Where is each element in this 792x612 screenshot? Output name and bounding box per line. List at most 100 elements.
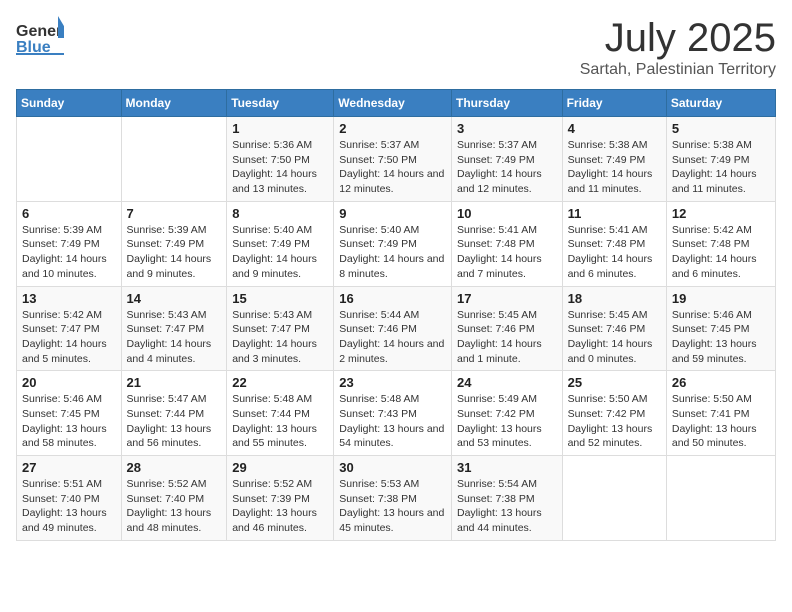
day-number: 26	[672, 375, 770, 390]
day-info: Sunrise: 5:46 AMSunset: 7:45 PMDaylight:…	[22, 392, 116, 451]
calendar-cell: 19 Sunrise: 5:46 AMSunset: 7:45 PMDaylig…	[666, 286, 775, 371]
day-info: Sunrise: 5:49 AMSunset: 7:42 PMDaylight:…	[457, 392, 557, 451]
day-info: Sunrise: 5:54 AMSunset: 7:38 PMDaylight:…	[457, 477, 557, 536]
day-number: 6	[22, 206, 116, 221]
calendar-cell: 12 Sunrise: 5:42 AMSunset: 7:48 PMDaylig…	[666, 201, 775, 286]
day-number: 31	[457, 460, 557, 475]
day-number: 9	[339, 206, 446, 221]
day-number: 7	[127, 206, 222, 221]
day-number: 2	[339, 121, 446, 136]
calendar-cell: 28 Sunrise: 5:52 AMSunset: 7:40 PMDaylig…	[121, 456, 227, 541]
calendar-cell	[121, 117, 227, 202]
logo: General Blue	[16, 16, 64, 56]
day-number: 29	[232, 460, 328, 475]
header-monday: Monday	[121, 90, 227, 117]
day-info: Sunrise: 5:39 AMSunset: 7:49 PMDaylight:…	[22, 223, 116, 282]
calendar-cell: 18 Sunrise: 5:45 AMSunset: 7:46 PMDaylig…	[562, 286, 666, 371]
day-number: 18	[568, 291, 661, 306]
day-info: Sunrise: 5:36 AMSunset: 7:50 PMDaylight:…	[232, 138, 328, 197]
month-title: July 2025	[580, 16, 776, 61]
day-info: Sunrise: 5:47 AMSunset: 7:44 PMDaylight:…	[127, 392, 222, 451]
day-number: 5	[672, 121, 770, 136]
day-info: Sunrise: 5:50 AMSunset: 7:41 PMDaylight:…	[672, 392, 770, 451]
calendar-cell	[17, 117, 122, 202]
calendar-cell: 14 Sunrise: 5:43 AMSunset: 7:47 PMDaylig…	[121, 286, 227, 371]
location-subtitle: Sartah, Palestinian Territory	[580, 61, 776, 79]
calendar-cell: 20 Sunrise: 5:46 AMSunset: 7:45 PMDaylig…	[17, 371, 122, 456]
calendar-cell: 1 Sunrise: 5:36 AMSunset: 7:50 PMDayligh…	[227, 117, 334, 202]
day-number: 4	[568, 121, 661, 136]
day-info: Sunrise: 5:46 AMSunset: 7:45 PMDaylight:…	[672, 308, 770, 367]
calendar-cell: 30 Sunrise: 5:53 AMSunset: 7:38 PMDaylig…	[334, 456, 452, 541]
day-number: 14	[127, 291, 222, 306]
day-info: Sunrise: 5:39 AMSunset: 7:49 PMDaylight:…	[127, 223, 222, 282]
header-friday: Friday	[562, 90, 666, 117]
day-number: 12	[672, 206, 770, 221]
day-info: Sunrise: 5:44 AMSunset: 7:46 PMDaylight:…	[339, 308, 446, 367]
calendar-cell: 13 Sunrise: 5:42 AMSunset: 7:47 PMDaylig…	[17, 286, 122, 371]
header-tuesday: Tuesday	[227, 90, 334, 117]
day-info: Sunrise: 5:38 AMSunset: 7:49 PMDaylight:…	[672, 138, 770, 197]
day-number: 21	[127, 375, 222, 390]
day-info: Sunrise: 5:43 AMSunset: 7:47 PMDaylight:…	[127, 308, 222, 367]
calendar-table: Sunday Monday Tuesday Wednesday Thursday…	[16, 89, 776, 541]
calendar-cell: 9 Sunrise: 5:40 AMSunset: 7:49 PMDayligh…	[334, 201, 452, 286]
calendar-cell: 10 Sunrise: 5:41 AMSunset: 7:48 PMDaylig…	[451, 201, 562, 286]
calendar-cell: 23 Sunrise: 5:48 AMSunset: 7:43 PMDaylig…	[334, 371, 452, 456]
calendar-cell: 26 Sunrise: 5:50 AMSunset: 7:41 PMDaylig…	[666, 371, 775, 456]
calendar-cell: 7 Sunrise: 5:39 AMSunset: 7:49 PMDayligh…	[121, 201, 227, 286]
day-info: Sunrise: 5:40 AMSunset: 7:49 PMDaylight:…	[339, 223, 446, 282]
svg-text:General: General	[16, 23, 64, 40]
day-number: 19	[672, 291, 770, 306]
calendar-cell: 31 Sunrise: 5:54 AMSunset: 7:38 PMDaylig…	[451, 456, 562, 541]
calendar-cell: 15 Sunrise: 5:43 AMSunset: 7:47 PMDaylig…	[227, 286, 334, 371]
calendar-cell: 11 Sunrise: 5:41 AMSunset: 7:48 PMDaylig…	[562, 201, 666, 286]
header-thursday: Thursday	[451, 90, 562, 117]
day-number: 15	[232, 291, 328, 306]
day-info: Sunrise: 5:52 AMSunset: 7:40 PMDaylight:…	[127, 477, 222, 536]
day-info: Sunrise: 5:37 AMSunset: 7:49 PMDaylight:…	[457, 138, 557, 197]
calendar-cell: 21 Sunrise: 5:47 AMSunset: 7:44 PMDaylig…	[121, 371, 227, 456]
calendar-header-row: Sunday Monday Tuesday Wednesday Thursday…	[17, 90, 776, 117]
day-number: 16	[339, 291, 446, 306]
day-info: Sunrise: 5:37 AMSunset: 7:50 PMDaylight:…	[339, 138, 446, 197]
calendar-week-row: 13 Sunrise: 5:42 AMSunset: 7:47 PMDaylig…	[17, 286, 776, 371]
title-block: July 2025 Sartah, Palestinian Territory	[580, 16, 776, 79]
day-info: Sunrise: 5:41 AMSunset: 7:48 PMDaylight:…	[457, 223, 557, 282]
day-info: Sunrise: 5:52 AMSunset: 7:39 PMDaylight:…	[232, 477, 328, 536]
calendar-cell: 27 Sunrise: 5:51 AMSunset: 7:40 PMDaylig…	[17, 456, 122, 541]
calendar-cell	[666, 456, 775, 541]
day-info: Sunrise: 5:38 AMSunset: 7:49 PMDaylight:…	[568, 138, 661, 197]
day-number: 17	[457, 291, 557, 306]
header-wednesday: Wednesday	[334, 90, 452, 117]
day-info: Sunrise: 5:48 AMSunset: 7:44 PMDaylight:…	[232, 392, 328, 451]
day-info: Sunrise: 5:41 AMSunset: 7:48 PMDaylight:…	[568, 223, 661, 282]
calendar-week-row: 27 Sunrise: 5:51 AMSunset: 7:40 PMDaylig…	[17, 456, 776, 541]
day-number: 20	[22, 375, 116, 390]
logo-icon: General Blue	[16, 16, 64, 56]
day-info: Sunrise: 5:51 AMSunset: 7:40 PMDaylight:…	[22, 477, 116, 536]
day-info: Sunrise: 5:40 AMSunset: 7:49 PMDaylight:…	[232, 223, 328, 282]
calendar-cell: 17 Sunrise: 5:45 AMSunset: 7:46 PMDaylig…	[451, 286, 562, 371]
calendar-week-row: 6 Sunrise: 5:39 AMSunset: 7:49 PMDayligh…	[17, 201, 776, 286]
day-number: 30	[339, 460, 446, 475]
day-number: 28	[127, 460, 222, 475]
calendar-cell: 6 Sunrise: 5:39 AMSunset: 7:49 PMDayligh…	[17, 201, 122, 286]
calendar-cell: 5 Sunrise: 5:38 AMSunset: 7:49 PMDayligh…	[666, 117, 775, 202]
day-number: 24	[457, 375, 557, 390]
day-number: 8	[232, 206, 328, 221]
day-number: 23	[339, 375, 446, 390]
day-info: Sunrise: 5:45 AMSunset: 7:46 PMDaylight:…	[568, 308, 661, 367]
day-info: Sunrise: 5:45 AMSunset: 7:46 PMDaylight:…	[457, 308, 557, 367]
calendar-cell: 22 Sunrise: 5:48 AMSunset: 7:44 PMDaylig…	[227, 371, 334, 456]
calendar-cell: 24 Sunrise: 5:49 AMSunset: 7:42 PMDaylig…	[451, 371, 562, 456]
calendar-cell: 16 Sunrise: 5:44 AMSunset: 7:46 PMDaylig…	[334, 286, 452, 371]
day-info: Sunrise: 5:42 AMSunset: 7:47 PMDaylight:…	[22, 308, 116, 367]
calendar-cell: 3 Sunrise: 5:37 AMSunset: 7:49 PMDayligh…	[451, 117, 562, 202]
page-header: General Blue July 2025 Sartah, Palestini…	[16, 16, 776, 79]
day-number: 11	[568, 206, 661, 221]
day-info: Sunrise: 5:53 AMSunset: 7:38 PMDaylight:…	[339, 477, 446, 536]
day-number: 22	[232, 375, 328, 390]
calendar-cell: 4 Sunrise: 5:38 AMSunset: 7:49 PMDayligh…	[562, 117, 666, 202]
day-number: 27	[22, 460, 116, 475]
